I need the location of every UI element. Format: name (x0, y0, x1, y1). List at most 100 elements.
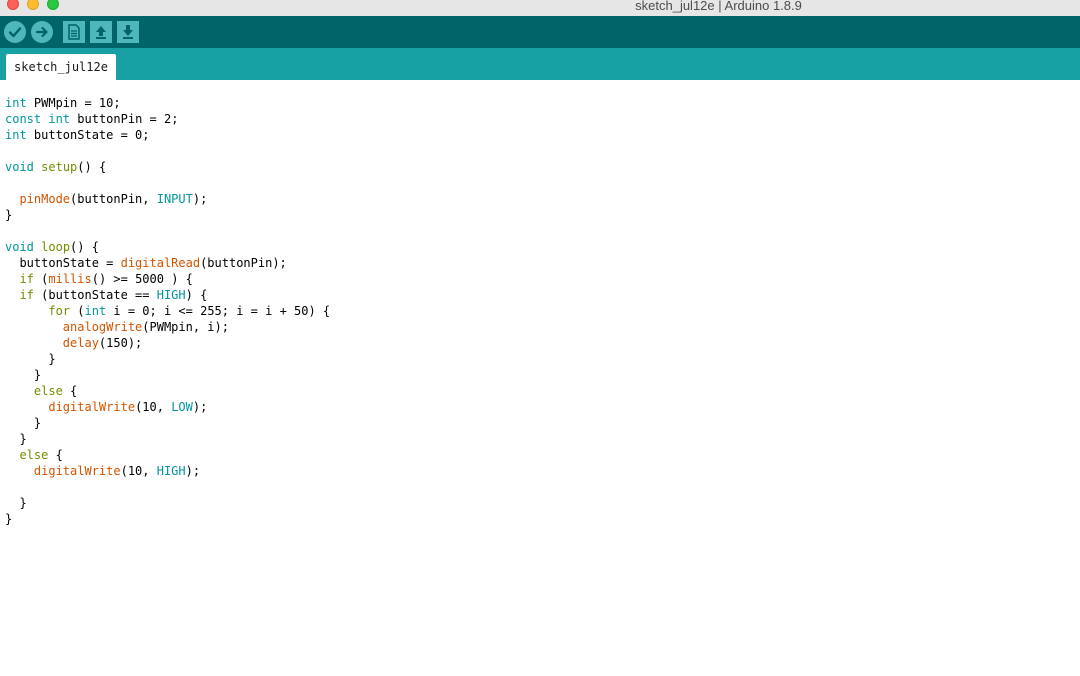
code-line[interactable]: const int buttonPin = 2; (5, 111, 330, 127)
code-token: } (5, 512, 13, 526)
code-token: } (5, 368, 42, 382)
code-line[interactable]: int PWMpin = 10; (5, 95, 330, 111)
code-token-ctl: setup (41, 160, 78, 174)
code-token-fn: millis (48, 272, 92, 286)
tab-sketch[interactable]: sketch_jul12e (6, 54, 116, 80)
verify-button[interactable] (4, 21, 26, 43)
code-line[interactable]: else { (5, 383, 330, 399)
code-line[interactable] (5, 143, 330, 159)
code-token: { (62, 384, 78, 398)
code-line[interactable]: } (5, 367, 330, 383)
code-token: ); (192, 400, 208, 414)
code-line[interactable]: int buttonState = 0; (5, 127, 330, 143)
code-token-ctl: if (19, 272, 34, 286)
tab-bar: sketch_jul12e (0, 48, 1080, 80)
code-token: { (48, 448, 63, 462)
code-token-cst: INPUT (156, 192, 193, 206)
code-token-kw: int (48, 112, 71, 126)
code-editor[interactable]: int PWMpin = 10; const int buttonPin = 2;… (0, 80, 1080, 676)
code-line[interactable]: analogWrite(PWMpin, i); (5, 319, 330, 335)
code-token: ( (70, 304, 85, 318)
code-line[interactable]: } (5, 511, 330, 527)
save-button[interactable] (117, 21, 139, 43)
code-line[interactable]: delay(150); (5, 335, 330, 351)
code-token: (10, (120, 464, 157, 478)
code-token-kw: int (5, 128, 27, 142)
code-token: (PWMpin, i); (142, 320, 229, 334)
arrow-down-icon (123, 25, 133, 39)
code-token: buttonState = (5, 256, 121, 270)
code-text[interactable]: int PWMpin = 10; const int buttonPin = 2;… (5, 95, 330, 527)
code-token: } (5, 208, 13, 222)
code-line[interactable] (5, 223, 330, 239)
code-line[interactable]: digitalWrite(10, LOW); (5, 399, 330, 415)
code-line[interactable]: } (5, 351, 330, 367)
code-token-ctl: loop (41, 240, 71, 254)
code-line[interactable]: if (buttonState == HIGH) { (5, 287, 330, 303)
code-line[interactable]: if (millis() >= 5000 ) { (5, 271, 330, 287)
open-button[interactable] (90, 21, 112, 43)
code-line[interactable]: for (int i = 0; i <= 255; i = i + 50) { (5, 303, 330, 319)
code-token: () { (77, 160, 107, 174)
code-token-ctl: if (19, 288, 34, 302)
code-token: (10, (135, 400, 172, 414)
code-token-ctl: else (33, 384, 63, 398)
new-file-icon (68, 24, 80, 40)
code-line[interactable]: pinMode(buttonPin, INPUT); (5, 191, 330, 207)
code-token: (buttonState == (33, 288, 157, 302)
new-button[interactable] (63, 21, 85, 43)
code-token-fn: digitalWrite (33, 464, 121, 478)
code-token: ); (192, 192, 208, 206)
code-token: (buttonPin, (70, 192, 157, 206)
code-token: } (5, 496, 27, 510)
code-line[interactable]: } (5, 495, 330, 511)
code-token: PWMpin = 10; (26, 96, 121, 110)
code-token: } (5, 432, 27, 446)
code-token-ctl: else (19, 448, 49, 462)
code-token-ctl: for (48, 304, 71, 318)
code-token: (150); (98, 336, 143, 350)
code-line[interactable]: } (5, 431, 330, 447)
toolbar (0, 16, 1080, 48)
code-token: i = 0; i <= 255; i = i + 50) { (106, 304, 331, 318)
code-token-fn: digitalWrite (48, 400, 136, 414)
code-token-fn: delay (62, 336, 99, 350)
code-line[interactable]: } (5, 207, 330, 223)
arrow-right-icon (35, 26, 48, 38)
code-token-kw: void (5, 240, 34, 254)
code-token: buttonState = 0; (26, 128, 150, 142)
code-token-fn: digitalRead (120, 256, 201, 270)
code-line[interactable]: void setup() { (5, 159, 330, 175)
code-line[interactable]: } (5, 415, 330, 431)
code-token: () { (70, 240, 99, 254)
code-line[interactable]: digitalWrite(10, HIGH); (5, 463, 330, 479)
code-line[interactable]: else { (5, 447, 330, 463)
code-token: buttonPin = 2; (70, 112, 179, 126)
code-token-kw: void (5, 160, 34, 174)
code-token-kw: int (84, 304, 107, 318)
code-token-cst: LOW (171, 400, 193, 414)
code-line[interactable]: buttonState = digitalRead(buttonPin); (5, 255, 330, 271)
title-bar: sketch_jul12e | Arduino 1.8.9 (0, 0, 1080, 16)
window-title: sketch_jul12e | Arduino 1.8.9 (635, 0, 802, 13)
code-token-kw: const (5, 112, 42, 126)
code-token: (buttonPin); (200, 256, 287, 270)
code-line[interactable] (5, 479, 330, 495)
code-line[interactable]: void loop() { (5, 239, 330, 255)
check-icon (8, 27, 22, 38)
code-line[interactable] (5, 175, 330, 191)
code-token-cst: HIGH (156, 464, 186, 478)
code-token: () >= 5000 ) { (91, 272, 193, 286)
code-token: ); (185, 464, 201, 478)
upload-button[interactable] (31, 21, 53, 43)
code-token-fn: analogWrite (62, 320, 143, 334)
